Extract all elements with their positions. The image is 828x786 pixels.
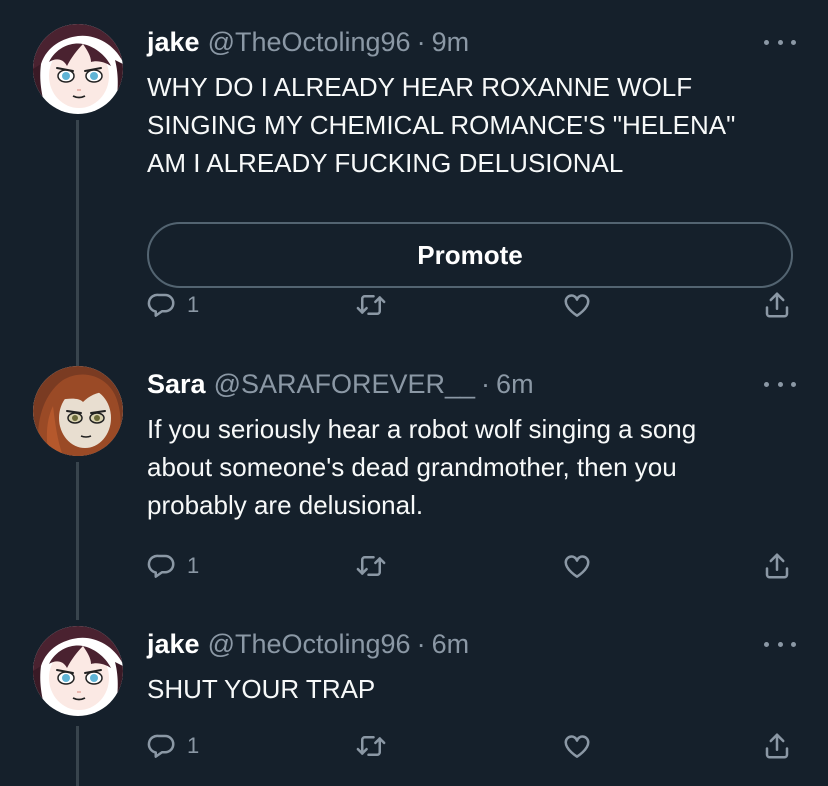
separator: ·: [416, 26, 426, 57]
tweet-text-line: SINGING MY CHEMICAL ROMANCE'S "HELENA": [147, 110, 736, 140]
tweet-header: jake @TheOctoling96 · 6m: [147, 626, 469, 662]
timestamp[interactable]: 6m: [432, 629, 470, 660]
display-name[interactable]: Sara: [147, 369, 206, 400]
action-bar: 1: [147, 729, 799, 763]
reply-icon: [147, 551, 177, 581]
timestamp[interactable]: 6m: [496, 369, 534, 400]
heart-icon: [562, 731, 592, 761]
reply-count: 1: [187, 553, 200, 578]
reply-button[interactable]: 1: [147, 729, 199, 763]
thread-line: [76, 462, 79, 620]
reply-count: 1: [187, 292, 200, 317]
share-icon: [762, 731, 792, 761]
separator: ·: [416, 628, 426, 659]
avatar[interactable]: [33, 24, 123, 114]
more-options-icon[interactable]: [764, 30, 796, 54]
like-button[interactable]: [562, 288, 592, 322]
reply-icon: [147, 731, 177, 761]
display-name[interactable]: jake: [147, 629, 200, 660]
share-button[interactable]: [762, 729, 792, 763]
anime-avatar-icon: [33, 626, 123, 716]
avatar[interactable]: [33, 366, 123, 456]
avatar[interactable]: [33, 626, 123, 716]
tweet-text-line: AM I ALREADY FUCKING DELUSIONAL: [147, 148, 624, 178]
thread-line: [76, 726, 79, 786]
reply-button[interactable]: 1: [147, 549, 199, 583]
retweet-button[interactable]: [356, 729, 386, 763]
promote-button[interactable]: Promote: [147, 222, 793, 288]
tweet-text-line: about someone's dead grandmother, then y…: [147, 452, 677, 482]
retweet-icon: [356, 290, 386, 320]
reply-count: 1: [187, 733, 200, 758]
retweet-icon: [356, 551, 386, 581]
tweet-text: If you seriously hear a robot wolf singi…: [147, 410, 797, 524]
user-handle[interactable]: @TheOctoling96: [208, 27, 411, 58]
heart-icon: [562, 551, 592, 581]
anime-avatar-icon: [33, 366, 123, 456]
share-button[interactable]: [762, 288, 792, 322]
share-icon: [762, 290, 792, 320]
display-name[interactable]: jake: [147, 27, 200, 58]
share-icon: [762, 551, 792, 581]
tweet-text-line: probably are delusional.: [147, 490, 424, 520]
tweet-jake-first[interactable]: jake @TheOctoling96 · 9m WHY DO I ALREAD…: [0, 24, 828, 382]
like-button[interactable]: [562, 549, 592, 583]
separator: ·: [481, 368, 491, 399]
reply-button[interactable]: 1: [147, 288, 199, 322]
reply-icon: [147, 290, 177, 320]
tweet-text-line: SHUT YOUR TRAP: [147, 674, 376, 704]
share-button[interactable]: [762, 549, 792, 583]
anime-avatar-icon: [33, 24, 123, 114]
tweet-text: WHY DO I ALREADY HEAR ROXANNE WOLF SINGI…: [147, 68, 797, 182]
tweet-sara[interactable]: Sara @SARAFOREVER__ · 6m If you seriousl…: [0, 366, 828, 620]
heart-icon: [562, 290, 592, 320]
user-handle[interactable]: @TheOctoling96: [208, 629, 411, 660]
action-bar: 1: [147, 288, 799, 322]
tweet-header: jake @TheOctoling96 · 9m: [147, 24, 469, 60]
tweet-text-line: WHY DO I ALREADY HEAR ROXANNE WOLF: [147, 72, 693, 102]
tweet-header: Sara @SARAFOREVER__ · 6m: [147, 366, 534, 402]
retweet-button[interactable]: [356, 549, 386, 583]
more-options-icon[interactable]: [764, 632, 796, 656]
thread-line: [76, 120, 79, 382]
action-bar: 1: [147, 549, 799, 583]
more-options-icon[interactable]: [764, 372, 796, 396]
like-button[interactable]: [562, 729, 592, 763]
timestamp[interactable]: 9m: [432, 27, 470, 58]
tweet-text-line: If you seriously hear a robot wolf singi…: [147, 414, 697, 444]
user-handle[interactable]: @SARAFOREVER__: [214, 369, 475, 400]
retweet-icon: [356, 731, 386, 761]
tweet-text: SHUT YOUR TRAP: [147, 670, 797, 708]
retweet-button[interactable]: [356, 288, 386, 322]
tweet-jake-reply[interactable]: jake @TheOctoling96 · 6m SHUT YOUR TRAP …: [0, 626, 828, 786]
